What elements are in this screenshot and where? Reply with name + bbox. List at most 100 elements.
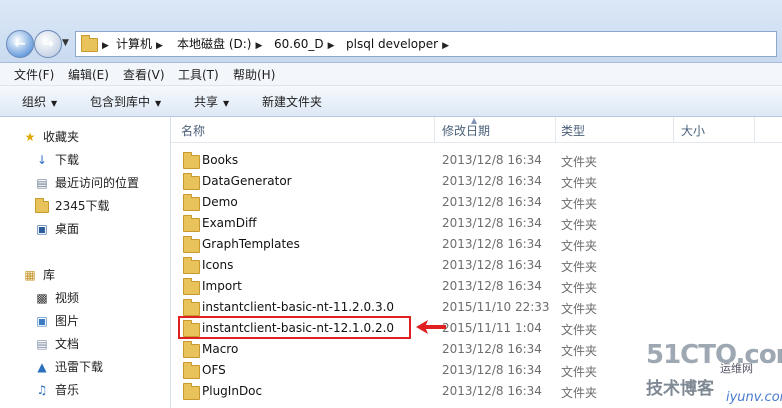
menu-file[interactable]: 文件(F) <box>14 66 54 83</box>
sidebar-item-recent-places[interactable]: ▤ 最近访问的位置 <box>34 173 139 193</box>
new-folder-button[interactable]: 新建文件夹 <box>262 93 322 110</box>
include-in-library-button[interactable]: 包含到库中 ▼ <box>90 93 161 110</box>
folder-icon <box>34 196 50 216</box>
file-type: 文件夹 <box>561 302 598 316</box>
folder-icon <box>81 34 98 52</box>
file-row[interactable]: instantclient-basic-nt-11.2.0.3.0 2015/11… <box>171 297 782 318</box>
chevron-right-icon[interactable]: ▶ <box>156 41 163 51</box>
sidebar-item-label: 下载 <box>55 153 80 167</box>
folder-icon <box>183 383 200 400</box>
sidebar-item-libraries[interactable]: ▦ 库 <box>22 265 55 285</box>
file-name: Macro <box>202 342 239 356</box>
watermark-sub: 运维网 <box>720 362 753 375</box>
xunlei-icon: ▲ <box>37 360 47 374</box>
file-date: 2013/12/8 16:34 <box>442 195 542 209</box>
file-name: GraphTemplates <box>202 237 300 251</box>
sidebar-item-label: 视频 <box>55 291 80 305</box>
sidebar-item-favorites[interactable]: ★ 收藏夹 <box>22 127 79 147</box>
dropdown-arrow-icon: ▼ <box>155 99 162 108</box>
file-date: 2013/12/8 16:34 <box>442 153 542 167</box>
file-date: 2013/12/8 16:34 <box>442 216 542 230</box>
file-row[interactable]: Import 2013/12/8 16:34 文件夹 <box>171 276 782 297</box>
file-name: ExamDiff <box>202 216 257 230</box>
sidebar-item-videos[interactable]: ▩ 视频 <box>34 288 79 308</box>
menu-edit[interactable]: 编辑(E) <box>68 66 109 83</box>
chevron-right-icon[interactable]: ▶ <box>328 41 335 51</box>
share-button[interactable]: 共享 ▼ <box>194 93 229 110</box>
breadcrumb-drive[interactable]: 本地磁盘 (D:) ▶ <box>177 32 266 56</box>
recent-places-icon: ▤ <box>36 176 48 190</box>
red-arrow-icon <box>416 320 446 334</box>
menu-view[interactable]: 查看(V) <box>123 66 165 83</box>
file-row[interactable]: GraphTemplates 2013/12/8 16:34 文件夹 <box>171 234 782 255</box>
file-date: 2013/12/8 16:34 <box>442 363 542 377</box>
sidebar-item-desktop[interactable]: ▣ 桌面 <box>34 219 79 239</box>
column-header-name[interactable]: 名称 <box>181 122 205 139</box>
menu-tools[interactable]: 工具(T) <box>178 66 219 83</box>
breadcrumb-folder[interactable]: 60.60_D ▶ <box>274 32 339 56</box>
column-header-date[interactable]: 修改日期 <box>442 122 490 139</box>
sidebar-item-label: 最近访问的位置 <box>55 176 140 190</box>
sidebar-item-2345-downloads[interactable]: 2345下载 <box>34 196 110 216</box>
dropdown-arrow-icon: ▼ <box>223 99 230 108</box>
breadcrumb-root[interactable]: ▶ <box>81 32 113 56</box>
file-type: 文件夹 <box>561 323 598 337</box>
desktop-icon: ▣ <box>36 222 48 236</box>
address-bar: ← → ▼ ▶ 计算机 ▶ 本地磁盘 (D:) ▶ 60.60_D ▶ plsql d… <box>0 0 782 63</box>
organize-button[interactable]: 组织 ▼ <box>22 93 57 110</box>
sidebar-item-downloads[interactable]: ↓ 下载 <box>34 150 79 170</box>
file-row[interactable]: Demo 2013/12/8 16:34 文件夹 <box>171 192 782 213</box>
column-divider[interactable] <box>555 117 556 142</box>
file-type: 文件夹 <box>561 218 598 232</box>
file-row[interactable]: DataGenerator 2013/12/8 16:34 文件夹 <box>171 171 782 192</box>
breadcrumb-label: plsql developer <box>346 37 439 51</box>
navigation-pane: ★ 收藏夹 ↓ 下载 ▤ 最近访问的位置 2345下载 ▣ 桌面 ▦ 库 ▩ 视频 ▣ 图片 … <box>0 117 171 408</box>
sidebar-item-xunlei-downloads[interactable]: ▲ 迅雷下载 <box>34 357 103 377</box>
file-name: Demo <box>202 195 238 209</box>
file-row[interactable]: Icons 2013/12/8 16:34 文件夹 <box>171 255 782 276</box>
forward-button[interactable]: → <box>34 30 62 58</box>
sidebar-item-pictures[interactable]: ▣ 图片 <box>34 311 79 331</box>
back-arrow-icon: ← <box>14 36 26 52</box>
recent-pages-dropdown-icon[interactable]: ▼ <box>62 38 69 48</box>
breadcrumb-computer[interactable]: 计算机 ▶ <box>116 32 167 56</box>
column-divider[interactable] <box>754 117 755 142</box>
file-date: 2013/12/8 16:34 <box>442 174 542 188</box>
sidebar-item-label: 收藏夹 <box>43 130 80 144</box>
folder-icon <box>183 194 200 211</box>
file-row[interactable]: ExamDiff 2013/12/8 16:34 文件夹 <box>171 213 782 234</box>
sidebar-item-label: 文档 <box>55 337 80 351</box>
chevron-right-icon[interactable]: ▶ <box>102 41 109 51</box>
breadcrumb-label: 60.60_D <box>274 37 324 51</box>
file-name: OFS <box>202 363 226 377</box>
command-bar: 组织 ▼ 包含到库中 ▼ 共享 ▼ 新建文件夹 <box>0 86 782 117</box>
folder-icon <box>183 236 200 253</box>
chevron-right-icon[interactable]: ▶ <box>442 41 449 51</box>
file-type: 文件夹 <box>561 365 598 379</box>
sidebar-item-documents[interactable]: ▤ 文档 <box>34 334 79 354</box>
breadcrumb-current[interactable]: plsql developer ▶ <box>346 32 453 56</box>
column-divider[interactable] <box>673 117 674 142</box>
file-date: 2013/12/8 16:34 <box>442 258 542 272</box>
music-icon: ♫ <box>36 383 48 397</box>
organize-label: 组织 <box>22 95 47 109</box>
column-divider[interactable] <box>434 117 435 142</box>
file-type: 文件夹 <box>561 260 598 274</box>
breadcrumb[interactable]: ▶ 计算机 ▶ 本地磁盘 (D:) ▶ 60.60_D ▶ plsql develop… <box>75 31 777 57</box>
column-header-type[interactable]: 类型 <box>561 122 585 139</box>
file-row[interactable]: Books 2013/12/8 16:34 文件夹 <box>171 150 782 171</box>
file-type: 文件夹 <box>561 155 598 169</box>
file-type: 文件夹 <box>561 344 598 358</box>
file-name: DataGenerator <box>202 174 292 188</box>
sidebar-item-music[interactable]: ♫ 音乐 <box>34 380 79 400</box>
folder-icon <box>183 257 200 274</box>
back-button[interactable]: ← <box>6 30 34 58</box>
sidebar-item-label: 音乐 <box>55 383 80 397</box>
dropdown-arrow-icon: ▼ <box>51 99 58 108</box>
chevron-right-icon[interactable]: ▶ <box>255 41 262 51</box>
file-type: 文件夹 <box>561 386 598 400</box>
column-header-size[interactable]: 大小 <box>681 122 705 139</box>
file-name: PlugInDoc <box>202 384 263 398</box>
menu-help[interactable]: 帮助(H) <box>233 66 275 83</box>
share-label: 共享 <box>194 95 219 109</box>
